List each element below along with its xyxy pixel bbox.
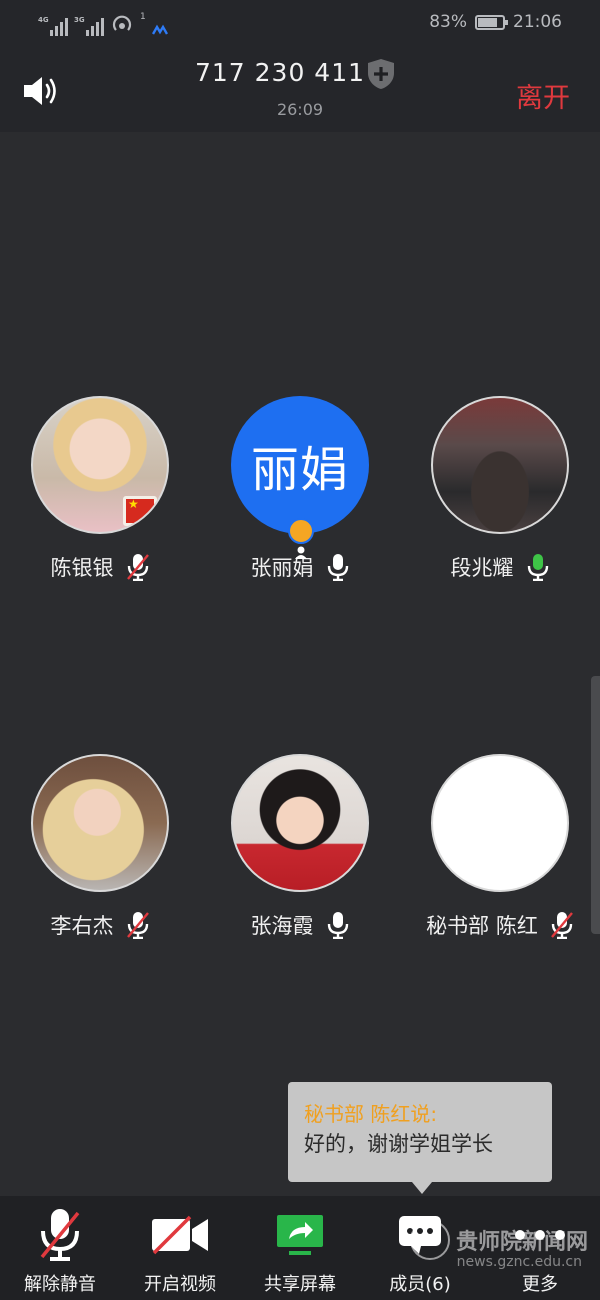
participant-name: 陈银银 (50, 556, 114, 580)
start-video-label: 开启视频 (144, 1274, 216, 1295)
chat-bubble[interactable]: 秘书部 陈红说: 好的，谢谢学姐学长 (288, 1082, 552, 1194)
scrollbar[interactable] (591, 676, 600, 934)
signal-3g-icon: 3G (74, 16, 104, 36)
avatar (231, 754, 369, 892)
network-type-label: 3G (74, 16, 85, 24)
app-notification-icon (151, 24, 168, 35)
status-left: 4G 3G 1 (38, 12, 168, 36)
avatar (31, 396, 169, 534)
battery-percent: 83% (429, 12, 467, 32)
members-label: 成员(6) (389, 1274, 451, 1295)
meeting-timer: 26:09 (276, 100, 324, 119)
avatar: 丽娟 (231, 396, 369, 559)
shield-icon[interactable] (366, 58, 396, 90)
mic-icon (327, 554, 348, 581)
participant-name: 李右杰 (50, 914, 114, 938)
hotspot-icon (112, 15, 132, 31)
participant-tile[interactable]: 丽娟 张丽娟 (210, 396, 390, 582)
chat-sender: 秘书部 陈红说: (304, 1102, 438, 1126)
mic-muted-icon (126, 554, 149, 581)
watermark-url: news.gznc.edu.cn (456, 1254, 582, 1270)
flag-badge-icon (123, 496, 157, 526)
mic-icon (327, 912, 348, 939)
status-right: 83% 21:06 (429, 12, 562, 32)
leave-button[interactable]: 离开 (516, 76, 570, 115)
meeting-header: 717 230 411 26:09 离开 (0, 48, 600, 132)
watermark-logo-icon (409, 1220, 450, 1260)
video-off-icon (152, 1215, 208, 1255)
participant-tile[interactable]: 段兆耀 (410, 396, 590, 582)
mic-muted-icon (126, 912, 149, 939)
participant-tile[interactable]: 张海霞 (210, 754, 390, 940)
start-video-button[interactable]: 开启视频 (120, 1206, 240, 1296)
participant-tile[interactable]: 陈银银 (10, 396, 190, 582)
avatar (431, 396, 569, 534)
participant-name: 秘书部 陈红 (426, 914, 538, 938)
more-label: 更多 (522, 1274, 558, 1295)
meeting-id: 717 230 411 (194, 58, 366, 87)
mic-muted-icon (40, 1209, 80, 1261)
share-screen-label: 共享屏幕 (264, 1274, 336, 1295)
participant-name: 段兆耀 (450, 556, 514, 580)
unmute-label: 解除静音 (24, 1274, 96, 1295)
share-screen-icon (277, 1215, 323, 1255)
share-screen-button[interactable]: 共享屏幕 (240, 1206, 360, 1296)
clock: 21:06 (513, 12, 562, 32)
network-type-label: 4G (38, 16, 49, 24)
signal-4g-icon: 4G (38, 16, 68, 36)
watermark: 贵师院新闻网 news.gznc.edu.cn (409, 1220, 588, 1270)
chat-message: 好的，谢谢学姐学长 (304, 1132, 493, 1156)
avatar-initials: 丽娟 (250, 442, 349, 498)
mic-speaking-icon (527, 554, 548, 581)
host-icon (288, 518, 314, 559)
mic-muted-icon (550, 912, 573, 939)
status-bar: 4G 3G 1 83% 21:06 (0, 0, 600, 48)
participant-name: 张海霞 (250, 914, 314, 938)
avatar (431, 754, 569, 892)
avatar (31, 754, 169, 892)
unmute-button[interactable]: 解除静音 (0, 1206, 120, 1296)
participant-tile[interactable]: 李右杰 (10, 754, 190, 940)
participant-tile[interactable]: 秘书部 陈红 (410, 754, 590, 940)
watermark-text: 贵师院新闻网 (455, 1230, 588, 1255)
battery-icon (475, 14, 508, 30)
notification-count: 1 (140, 12, 146, 22)
